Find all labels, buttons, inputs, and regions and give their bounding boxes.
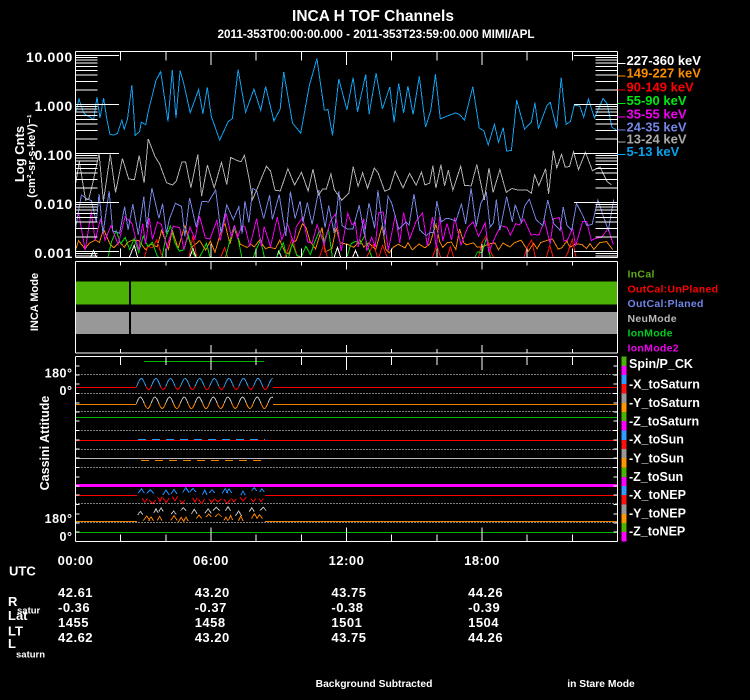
svg-text:-Y_toNEP: -Y_toNEP [629,507,686,521]
svg-text:InCal: InCal [628,269,655,281]
svg-text:12:00: 12:00 [329,553,365,568]
svg-text:1455: 1455 [58,615,89,630]
svg-text:-0.37: -0.37 [195,600,227,615]
svg-text:-0.38: -0.38 [331,600,363,615]
svg-text:L: L [8,636,16,651]
svg-text:5-13 keV: 5-13 keV [627,144,680,159]
svg-text:-Z_toSun: -Z_toSun [629,470,683,484]
svg-text:55-90 keV: 55-90 keV [627,93,687,108]
svg-text:149-227 keV: 149-227 keV [627,66,702,81]
svg-text:44.26: 44.26 [468,585,503,600]
svg-text:INCA Mode: INCA Mode [29,273,41,331]
svg-text:-Z_toNEP: -Z_toNEP [629,525,685,539]
svg-text:43.75: 43.75 [331,585,366,600]
svg-text:-X_toSun: -X_toSun [629,433,684,447]
svg-text:42.62: 42.62 [58,630,93,645]
svg-text:42.61: 42.61 [58,585,93,600]
svg-text:IonMode2: IonMode2 [628,343,679,355]
svg-text:0.001: 0.001 [34,245,73,261]
svg-text:180°: 180° [45,367,73,381]
svg-text:2011-353T00:00:00.000 - 2011-3: 2011-353T00:00:00.000 - 2011-353T23:59:0… [217,28,534,41]
svg-text:-X_toNEP: -X_toNEP [629,488,686,502]
svg-text:06:00: 06:00 [193,553,229,568]
svg-text:43.20: 43.20 [195,630,230,645]
svg-text:-Z_toSaturn: -Z_toSaturn [629,414,699,428]
svg-text:43.75: 43.75 [331,630,366,645]
svg-text:1504: 1504 [468,615,499,630]
svg-text:-0.36: -0.36 [58,600,90,615]
svg-text:18:00: 18:00 [464,553,500,568]
svg-text:0°: 0° [60,384,73,398]
svg-text:0.100: 0.100 [34,147,73,163]
svg-text:INCA H TOF Channels: INCA H TOF Channels [292,8,454,25]
svg-text:-Y_toSaturn: -Y_toSaturn [629,396,700,410]
svg-text:-Y_toSun: -Y_toSun [629,452,684,466]
svg-text:Log Cnts: Log Cnts [12,126,27,182]
svg-text:-0.39: -0.39 [468,600,500,615]
svg-text:saturn: saturn [16,650,45,661]
svg-text:OutCal:Planed: OutCal:Planed [628,298,704,310]
svg-text:NeuMode: NeuMode [628,313,677,325]
svg-text:0°: 0° [60,530,73,544]
svg-text:UTC: UTC [9,564,36,579]
svg-text:-X_toSaturn: -X_toSaturn [629,378,700,392]
svg-text:10.000: 10.000 [26,49,73,65]
svg-text:in Stare Mode: in Stare Mode [567,679,635,690]
svg-text:(cm²-sr-s-keV)⁻¹: (cm²-sr-s-keV)⁻¹ [26,114,38,198]
svg-text:180°: 180° [45,512,73,526]
svg-text:44.26: 44.26 [468,630,503,645]
svg-text:OutCal:UnPlaned: OutCal:UnPlaned [628,283,719,295]
svg-text:1458: 1458 [195,615,226,630]
svg-text:IonMode: IonMode [628,328,673,340]
svg-text:00:00: 00:00 [58,553,94,568]
svg-text:Cassini Attitude: Cassini Attitude [38,396,52,491]
svg-text:Background Subtracted: Background Subtracted [316,679,433,690]
svg-text:0.010: 0.010 [34,196,73,212]
svg-text:1501: 1501 [331,615,362,630]
svg-text:Spin/P_CK: Spin/P_CK [629,357,693,371]
svg-text:1.000: 1.000 [34,98,73,114]
svg-text:43.20: 43.20 [195,585,230,600]
svg-text:Lat: Lat [8,608,28,623]
